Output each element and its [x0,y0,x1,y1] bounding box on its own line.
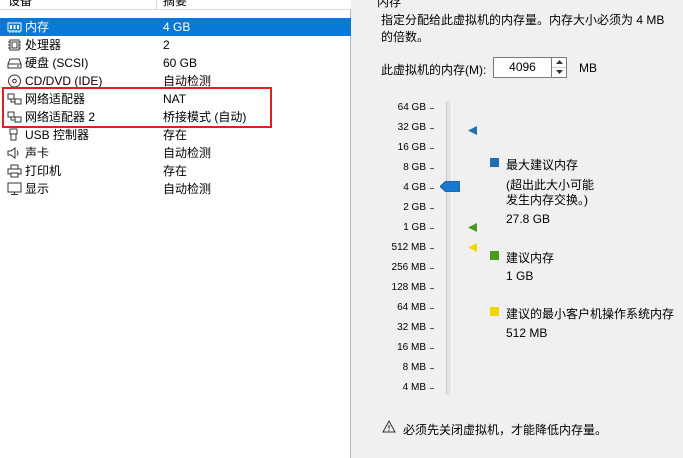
scale-tick [430,288,434,289]
device-summary: 存在 [163,128,188,142]
device-row-processor[interactable]: 处理器 2 [0,36,351,54]
scale-tick [430,168,434,169]
usb-controller-icon [9,128,18,141]
column-header-summary[interactable]: 摘要 [163,0,187,10]
scale-tick [430,388,434,389]
recommended-swatch [490,251,499,260]
memory-label: 此虚拟机的内存(M): [381,63,487,77]
column-separator[interactable] [156,0,157,10]
memory-size-input[interactable]: 4096 [493,57,552,78]
scale-label: 8 GB [403,162,426,173]
min-recommended-swatch [490,307,499,316]
scale-label: 128 MB [391,282,426,293]
device-row-printer[interactable]: 打印机 存在 [0,162,351,180]
spin-up-button[interactable] [552,58,566,68]
max-recommended-value: 27.8 GB [506,212,551,226]
scale-tick [430,268,434,269]
device-name: 声卡 [25,146,50,160]
max-recommended-note-line1: (超出此大小可能 [506,178,594,192]
scale-tick [430,208,434,209]
display-icon [7,182,22,195]
memory-settings-panel: 内存 指定分配给此虚拟机的内存量。内存大小必须为 4 MB 的倍数。 此虚拟机的… [366,0,683,458]
scale-tick [430,248,434,249]
scale-tick [430,148,434,149]
scale-tick [430,188,434,189]
scale-label: 8 MB [402,362,426,373]
scale-label: 32 GB [397,122,426,133]
scale-label: 16 GB [397,142,426,153]
device-summary: 2 [163,38,170,52]
memory-unit: MB [579,61,597,75]
scale-label: 512 MB [391,242,426,253]
memory-slider-thumb[interactable] [440,181,460,192]
scale-label: 256 MB [391,262,426,273]
device-row-display[interactable]: 显示 自动检测 [0,180,351,198]
scale-label: 32 MB [397,322,426,333]
memory-description: 指定分配给此虚拟机的内存量。内存大小必须为 4 MB 的倍数。 [381,13,665,44]
memory-spinner[interactable] [552,57,567,78]
max-recommended-note-line2: 发生内存交换。) [506,193,588,207]
scale-label: 1 GB [403,222,426,233]
device-row-sound-card[interactable]: 声卡 自动检测 [0,144,351,162]
device-name: 内存 [25,20,50,34]
network-adapters-highlight [2,87,272,128]
device-row-hard-disk[interactable]: 硬盘 (SCSI) 60 GB [0,54,351,72]
device-summary: 存在 [163,164,188,178]
device-row-memory[interactable]: 内存 4 GB [0,18,351,36]
scale-tick [430,368,434,369]
device-list-panel: 设备 摘要 内存 4 GB 处理器 2 硬盘 (SCSI) 60 GB CD/D… [0,0,351,458]
scale-label: 4 GB [403,182,426,193]
warning-text: 必须先关闭虚拟机，才能降低内存量。 [403,423,608,437]
scale-label: 64 GB [397,102,426,113]
scale-tick [430,228,434,229]
warning-icon [382,420,396,433]
processor-icon [8,39,21,51]
device-row-usb-controller[interactable]: USB 控制器 存在 [0,126,351,144]
scale-label: 16 MB [397,342,426,353]
device-summary: 自动检测 [163,182,212,196]
device-summary: 60 GB [163,56,198,70]
device-summary: 4 GB [163,20,191,34]
scale-tick [430,308,434,309]
memory-icon [7,22,22,33]
device-name: 硬盘 (SCSI) [25,56,89,70]
max-recommended-title: 最大建议内存 [506,158,579,172]
min-recommended-title: 建议的最小客户机操作系统内存 [506,307,675,321]
memory-slider-track[interactable] [446,101,452,395]
min-recommended-value: 512 MB [506,326,548,340]
hard-disk-icon [7,58,22,69]
column-header-device[interactable]: 设备 [8,0,32,10]
recommended-title: 建议内存 [506,251,555,265]
scale-label: 2 GB [403,202,426,213]
scale-label: 64 MB [397,302,426,313]
recommended-value: 1 GB [506,269,534,283]
printer-icon [7,164,22,178]
scale-tick [430,128,434,129]
max-recommended-swatch [490,158,499,167]
device-summary: 自动检测 [163,146,212,160]
device-list-header: 设备 摘要 [0,0,351,10]
cd-dvd-icon [8,74,21,88]
sound-card-icon [7,147,19,159]
scale-label: 4 MB [402,382,426,393]
memory-section-title: 内存 [377,0,402,9]
min-recommended-marker-icon [468,243,477,252]
caret-down-icon [555,70,563,74]
recommended-marker-icon [468,223,477,232]
spin-down-button[interactable] [552,68,566,78]
device-name: USB 控制器 [25,128,90,142]
caret-up-icon [555,60,563,64]
device-name: 显示 [25,182,50,196]
device-name: 打印机 [25,164,62,178]
max-recommended-marker-icon [468,126,477,135]
device-name: 处理器 [25,38,62,52]
scale-tick [430,108,434,109]
scale-tick [430,348,434,349]
scale-tick [430,328,434,329]
